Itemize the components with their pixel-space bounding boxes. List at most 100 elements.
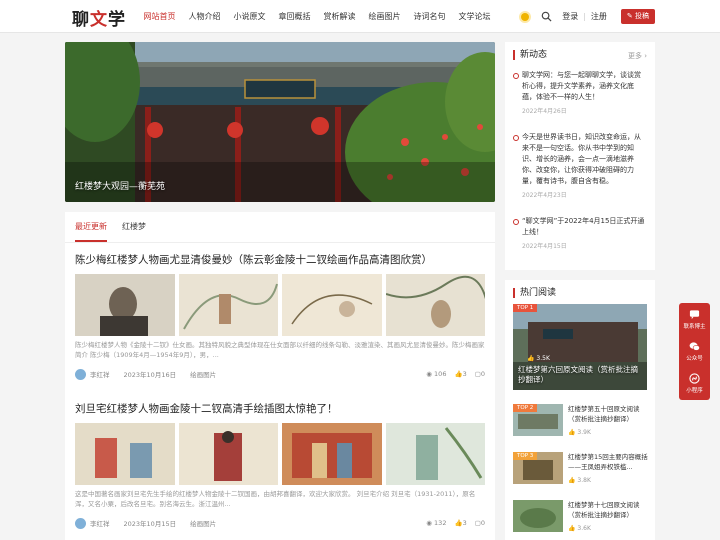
- article-thumbnail[interactable]: [75, 274, 175, 336]
- nav-characters[interactable]: 人物介绍: [182, 0, 227, 33]
- register-link[interactable]: 注册: [591, 11, 607, 22]
- nav-novel-text[interactable]: 小说原文: [227, 0, 272, 33]
- article-list-card: 最近更新 红楼梦 陈少梅红楼梦人物画尤显清俊曼妙（陈云彰金陵十二钗绘画作品高清图…: [65, 212, 495, 540]
- logo-char-2: 文: [90, 10, 108, 30]
- news-item[interactable]: “聊文学网”于2022年4月15日正式开通上线！ 2022年4月15日: [513, 216, 647, 250]
- hot-item-featured[interactable]: TOP 1 👍 3.5K 红楼梦第六回原文阅读（赏析批注摘抄翻译）: [513, 304, 647, 390]
- article-thumbnail[interactable]: [178, 423, 278, 485]
- comments-count[interactable]: ▢0: [475, 519, 485, 527]
- thumbs-up-icon: 👍: [527, 355, 535, 362]
- hot-item[interactable]: TOP 3 红楼梦第15回主要内容概括——王凤姐弄权铁槛... 👍 3.8K: [513, 452, 648, 488]
- hot-title[interactable]: 红楼梦第15回主要内容概括——王凤姐弄权铁槛...: [568, 452, 648, 472]
- news-more-link[interactable]: 更多 ›: [628, 51, 647, 61]
- article-title[interactable]: 刘旦宅红楼梦人物画金陵十二钗高清手绘插图太惊艳了！: [75, 401, 485, 419]
- search-icon[interactable]: [541, 11, 552, 22]
- hot-item[interactable]: 红楼梦第十七回原文阅读（赏析批注摘抄翻译） 👍 3.6K: [513, 500, 647, 536]
- divider: |: [583, 12, 586, 21]
- nav-paintings[interactable]: 绘画图片: [362, 0, 407, 33]
- news-item[interactable]: 聊文学网：与您一起聊聊文学，谈谈赏析心得，提升文学素养，涵养文化底蕴，体验不一样…: [513, 70, 647, 115]
- comments-value: 0: [480, 370, 485, 378]
- mini-program-button[interactable]: 小程序: [679, 367, 710, 399]
- article-title[interactable]: 陈少梅红楼梦人物画尤显清俊曼妙（陈云彰金陵十二钗绘画作品高清图欣赏）: [75, 252, 485, 270]
- hot-thumbnail[interactable]: TOP 2: [513, 404, 563, 436]
- article-thumbnail[interactable]: [282, 423, 382, 485]
- thumbs-up-icon: 👍: [568, 429, 576, 436]
- article-item[interactable]: 陈少梅红楼梦人物画尤显清俊曼妙（陈云彰金陵十二钗绘画作品高清图欣赏） 陈少梅红楼…: [75, 252, 485, 380]
- article-thumbnail[interactable]: [385, 274, 485, 336]
- article-category[interactable]: 绘画图片: [190, 518, 216, 528]
- article-summary: 这是中国著名画家刘旦宅先生手绘的红楼梦人物金陵十二钗国画，由胡邦喜翻译，欢迎大家…: [75, 490, 476, 508]
- site-header: 聊文学 网站首页 人物介绍 小说原文 章回概括 赏析解读 绘画图片 诗词名句 文…: [0, 0, 720, 33]
- news-text[interactable]: “聊文学网”于2022年4月15日正式开通上线！: [513, 216, 647, 238]
- hot-views: 👍 3.9K: [568, 429, 591, 436]
- article-thumbnail[interactable]: [75, 423, 175, 485]
- thumbs-up-icon: 👍: [454, 519, 463, 527]
- news-date: 2022年4月15日: [522, 243, 567, 250]
- nav-chapter-summary[interactable]: 章回概括: [272, 0, 317, 33]
- comments-count[interactable]: ▢0: [475, 370, 485, 378]
- news-text[interactable]: 聊文学网：与您一起聊聊文学，谈谈赏析心得，提升文学素养，涵养文化底蕴，体验不一样…: [513, 70, 647, 103]
- article-thumbnail[interactable]: [385, 423, 485, 485]
- site-logo[interactable]: 聊文学: [72, 5, 126, 30]
- likes-count[interactable]: 👍3: [454, 370, 466, 378]
- hot-title[interactable]: 红楼梦第六回原文阅读（赏析批注摘抄翻译）: [518, 365, 642, 385]
- hot-views: 👍 3.5K: [527, 355, 550, 362]
- tabs-divider: [65, 242, 495, 243]
- hot-thumbnail[interactable]: TOP 3: [513, 452, 563, 484]
- nav-appreciation[interactable]: 赏析解读: [317, 0, 362, 33]
- mini-program-icon: [689, 372, 700, 384]
- comments-value: 0: [480, 519, 485, 527]
- views-count: ◉ 132: [426, 519, 446, 527]
- article-summary: 陈少梅红楼梦人物《金陵十二钗》仕女画。其独特风貌之典型体现在仕女面部以纤细的线条…: [75, 341, 485, 359]
- login-link[interactable]: 登录: [562, 11, 578, 22]
- theme-toggle-icon[interactable]: [521, 12, 530, 21]
- nav-forum[interactable]: 文学论坛: [452, 0, 497, 33]
- author-name[interactable]: 李红祥: [90, 369, 110, 379]
- author-avatar[interactable]: [75, 368, 86, 380]
- official-account-button[interactable]: 公众号: [679, 335, 710, 367]
- news-date: 2022年4月23日: [522, 192, 567, 199]
- eye-icon: ◉: [426, 519, 432, 527]
- nav-home[interactable]: 网站首页: [137, 0, 182, 33]
- submit-post-label: 投稿: [635, 12, 649, 20]
- nav-poetry[interactable]: 诗词名句: [407, 0, 452, 33]
- hero-caption[interactable]: 红楼梦大观园—蘅芜苑: [75, 179, 165, 192]
- hot-views-value: 3.8K: [577, 477, 591, 484]
- article-stats: ◉ 106 👍3 ▢0: [426, 370, 485, 378]
- article-item[interactable]: 刘旦宅红楼梦人物画金陵十二钗高清手绘插图太惊艳了！ 这是中国著名画家刘旦宅先生手…: [75, 401, 485, 529]
- thumbs-up-icon: 👍: [568, 477, 576, 484]
- eye-icon: ◉: [426, 370, 432, 378]
- article-thumbnail[interactable]: [282, 274, 382, 336]
- likes-count[interactable]: 👍3: [454, 519, 466, 527]
- tab-hongloumeng[interactable]: 红楼梦: [122, 212, 146, 242]
- hot-title[interactable]: 红楼梦第十七回原文阅读（赏析批注摘抄翻译）: [568, 500, 648, 520]
- news-date: 2022年4月26日: [522, 108, 567, 115]
- views-value: 106: [434, 370, 447, 378]
- views-count: ◉ 106: [426, 370, 446, 378]
- hot-views-value: 3.5K: [536, 355, 550, 362]
- contact-blogger-label: 联系博主: [683, 323, 706, 330]
- rank-badge: TOP 1: [513, 304, 538, 312]
- hot-title[interactable]: 红楼梦第五十回原文阅读（赏析批注摘抄翻译）: [568, 404, 648, 424]
- tab-recent[interactable]: 最近更新: [75, 212, 107, 242]
- thumbs-up-icon: 👍: [568, 525, 576, 532]
- logo-char-1: 聊: [72, 10, 90, 30]
- news-item[interactable]: 今天是世界读书日，知识改变命运，从来不是一句空话。你从书中学到的知识、增长的涵养…: [513, 132, 647, 199]
- news-text[interactable]: 今天是世界读书日，知识改变命运，从来不是一句空话。你从书中学到的知识、增长的涵养…: [513, 132, 647, 187]
- author-name[interactable]: 李红祥: [90, 518, 110, 528]
- article-meta: 李红祥 2023年10月15日 绘画图片 ◉ 132 👍3 ▢0: [75, 517, 485, 529]
- mini-program-label: 小程序: [686, 387, 703, 394]
- submit-post-button[interactable]: ✎ 投稿: [620, 9, 655, 24]
- rank-badge: TOP 2: [513, 404, 538, 412]
- hot-thumbnail[interactable]: [513, 500, 563, 532]
- hot-views-value: 3.9K: [577, 429, 591, 436]
- contact-blogger-button[interactable]: 联系博主: [679, 303, 710, 335]
- article-category[interactable]: 绘画图片: [190, 369, 216, 379]
- hot-item[interactable]: TOP 2 红楼梦第五十回原文阅读（赏析批注摘抄翻译） 👍 3.9K: [513, 404, 647, 440]
- rank-badge: TOP 3: [513, 452, 538, 460]
- author-avatar[interactable]: [75, 517, 86, 529]
- likes-value: 3: [462, 370, 467, 378]
- article-thumbnail[interactable]: [178, 274, 278, 336]
- header-actions: 登录 | 注册 ✎ 投稿: [521, 0, 655, 33]
- hero-banner[interactable]: 红楼梦大观园—蘅芜苑: [65, 42, 495, 202]
